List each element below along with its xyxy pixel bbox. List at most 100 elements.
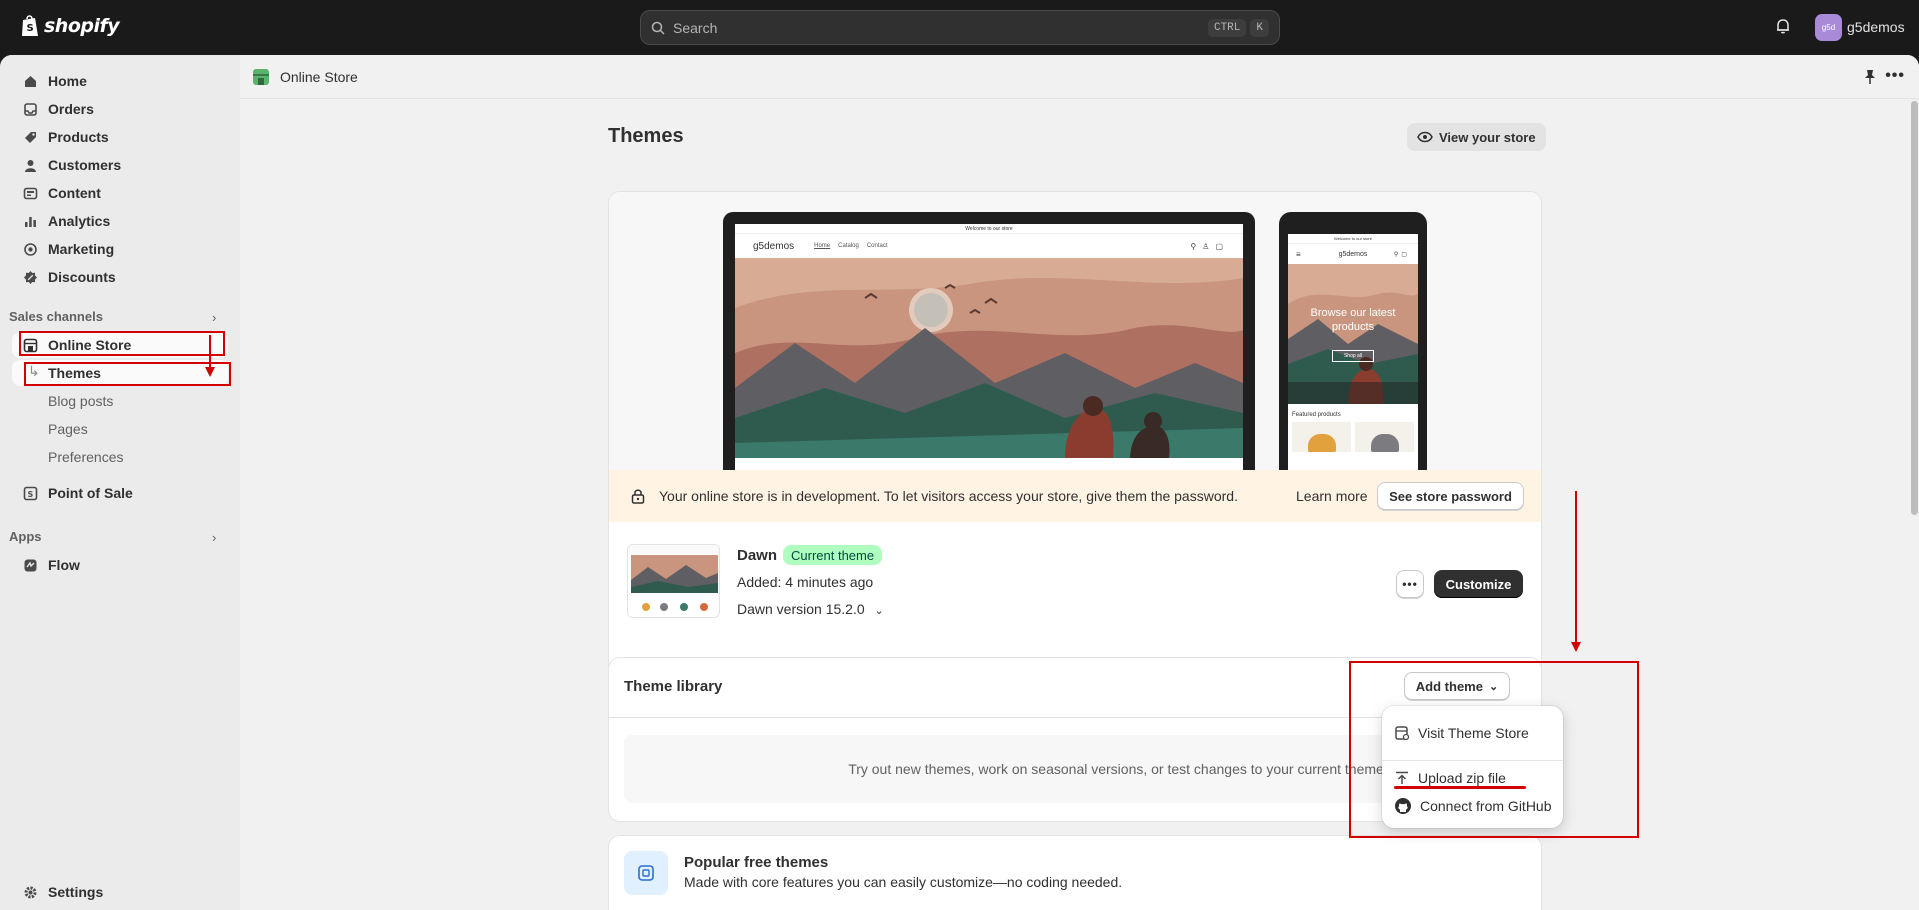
sidebar-item-point-of-sale[interactable]: S Point of Sale: [12, 480, 228, 506]
learn-more-link[interactable]: Learn more: [1296, 488, 1368, 504]
theme-preview: Welcome to our store g5demos Home Catalo…: [609, 192, 1541, 470]
sidebar-item-label: Blog posts: [48, 393, 114, 409]
theme-added-time: Added: 4 minutes ago: [737, 574, 874, 590]
sidebar-item-products[interactable]: Products: [12, 124, 228, 150]
sidebar-item-label: Content: [48, 185, 101, 201]
mobile-preview: Welcome to our store ≡ g5demos ⚲▢ Browse…: [1279, 212, 1427, 470]
themes-icon: [624, 851, 668, 895]
customize-button[interactable]: Customize: [1434, 570, 1523, 598]
chevron-down-icon: ⌄: [1488, 680, 1499, 693]
home-icon: [22, 73, 38, 89]
upload-icon: [1396, 771, 1408, 784]
mobile-preview-header: ≡ g5demos ⚲▢: [1288, 244, 1418, 264]
chevron-right-icon[interactable]: ›: [212, 530, 216, 545]
mobile-preview-store-logo: g5demos: [1338, 250, 1368, 258]
popular-free-themes-card: Popular free themes Made with core featu…: [608, 835, 1542, 910]
preview-store-logo: g5demos: [753, 240, 795, 252]
sidebar-item-label: Orders: [48, 101, 94, 117]
mobile-product-thumb: [1355, 422, 1414, 452]
svg-text:S: S: [27, 23, 34, 34]
menu-item-visit-theme-store[interactable]: Visit Theme Store: [1390, 719, 1555, 747]
theme-version-dropdown[interactable]: Dawn version 15.2.0 ⌄: [737, 601, 884, 617]
view-store-button[interactable]: View your store: [1407, 123, 1546, 151]
sidebar-item-label: Settings: [48, 884, 104, 900]
sidebar-item-discounts[interactable]: Discounts: [12, 264, 228, 290]
logo-wordmark: shopify: [44, 15, 120, 37]
menu-item-label: Upload zip file: [1418, 770, 1506, 786]
sidebar-subitem-pages[interactable]: Pages: [12, 416, 228, 442]
discount-icon: [22, 269, 38, 285]
sidebar-item-orders[interactable]: Orders: [12, 96, 228, 122]
preview-header: g5demos Home Catalog Contact ⚲♙▢: [735, 234, 1243, 258]
add-theme-label: Add theme: [1415, 678, 1483, 694]
more-horizontal-icon: •••: [1402, 577, 1418, 591]
preview-announcement: Welcome to our store: [735, 224, 1243, 234]
sidebar-item-flow[interactable]: Flow: [12, 552, 228, 578]
sidebar-item-settings[interactable]: Settings: [12, 879, 228, 905]
github-icon: [1395, 798, 1411, 814]
store-avatar[interactable]: g5d: [1815, 14, 1842, 41]
sidebar-item-label: Point of Sale: [48, 485, 133, 501]
sidebar-item-home[interactable]: Home: [12, 68, 228, 94]
sidebar-item-marketing[interactable]: Marketing: [12, 236, 228, 262]
scrollbar-thumb[interactable]: [1911, 101, 1918, 515]
preview-hero-illustration: [735, 258, 1243, 458]
add-theme-button[interactable]: Add theme ⌄: [1404, 672, 1510, 700]
preview-nav-item: Catalog: [838, 243, 859, 249]
online-store-app-icon: [252, 68, 270, 89]
storefront-icon: [22, 337, 38, 353]
popular-themes-title: Popular free themes: [684, 854, 829, 871]
more-actions-icon[interactable]: •••: [1885, 67, 1905, 85]
sidebar-item-label: Preferences: [48, 449, 124, 465]
theme-actions-button[interactable]: •••: [1396, 570, 1424, 598]
bar-chart-icon: [22, 213, 38, 229]
menu-item-upload-zip[interactable]: Upload zip file: [1390, 764, 1555, 792]
development-banner: Your online store is in development. To …: [609, 470, 1541, 522]
menu-divider: [1382, 760, 1563, 761]
sidebar-item-label: Discounts: [48, 269, 116, 285]
sidebar-item-analytics[interactable]: Analytics: [12, 208, 228, 234]
sidebar-item-label: Customers: [48, 157, 122, 173]
pin-icon[interactable]: [1863, 69, 1877, 88]
sidebar-subitem-themes[interactable]: ↳ Themes: [12, 360, 228, 386]
lock-icon: [631, 489, 645, 504]
search-bar[interactable]: Search CTRL K: [640, 10, 1280, 45]
chevron-right-icon[interactable]: ›: [212, 310, 216, 325]
see-store-password-button[interactable]: See store password: [1377, 482, 1524, 510]
theme-name: Dawn: [737, 547, 778, 564]
search-icon: [651, 21, 665, 35]
admin-frame: Home Orders Products Customers Content A…: [0, 55, 1919, 910]
mobile-product-thumb: [1292, 422, 1351, 452]
search-placeholder: Search: [673, 19, 718, 36]
sidebar-item-label: Products: [48, 129, 109, 145]
mobile-preview-announcement: Welcome to our store: [1288, 234, 1418, 244]
sidebar-item-label: Analytics: [48, 213, 111, 229]
shortcut-key-k: K: [1250, 18, 1269, 37]
sidebar-subitem-preferences[interactable]: Preferences: [12, 444, 228, 470]
sidebar-item-label: Flow: [48, 557, 80, 573]
sidebar-item-content[interactable]: Content: [12, 180, 228, 206]
sidebar-item-label: Online Store: [48, 337, 132, 353]
eye-icon: [1417, 131, 1433, 143]
preview-nav-item: Home: [814, 243, 831, 249]
page-scrollbar[interactable]: [1909, 99, 1919, 910]
sidebar-item-label: Marketing: [48, 241, 115, 257]
notifications-bell-icon[interactable]: [1774, 17, 1792, 38]
sidebar-item-label: Pages: [48, 421, 88, 437]
breadcrumb: Online Store •••: [240, 55, 1919, 99]
mobile-preview-shop-button: Shop all: [1332, 350, 1374, 362]
flow-icon: [22, 557, 38, 573]
sidebar-item-online-store[interactable]: Online Store: [12, 332, 228, 358]
top-bar: S shopify Search CTRL K g5d g5demos: [0, 0, 1919, 55]
sidebar-item-customers[interactable]: Customers: [12, 152, 228, 178]
menu-item-label: Connect from GitHub: [1420, 798, 1552, 814]
sidebar-subitem-blog-posts[interactable]: Blog posts: [12, 388, 228, 414]
theme-thumbnail[interactable]: [627, 544, 720, 618]
sidebar-item-label: Themes: [48, 365, 101, 381]
shopify-logo[interactable]: S shopify: [20, 14, 120, 38]
menu-item-connect-github[interactable]: Connect from GitHub: [1390, 792, 1555, 820]
popular-themes-subtitle: Made with core features you can easily c…: [684, 874, 1123, 890]
store-name[interactable]: g5demos: [1847, 19, 1905, 35]
preview-header-icons: ⚲♙▢: [1190, 242, 1229, 251]
breadcrumb-title[interactable]: Online Store: [280, 69, 358, 85]
